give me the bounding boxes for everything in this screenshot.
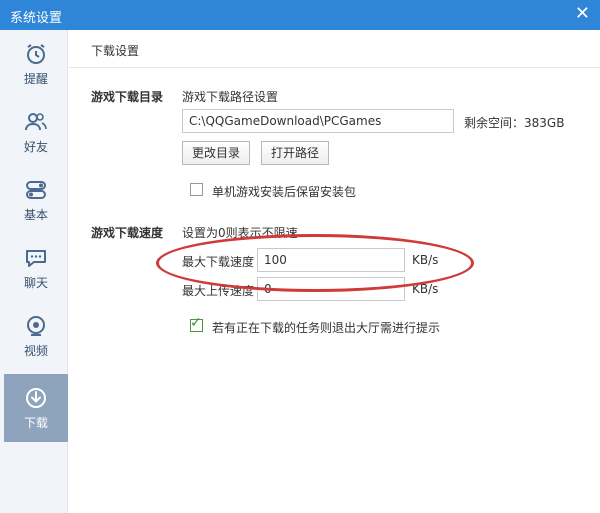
sidebar-item-reminder[interactable]: 提醒	[4, 30, 68, 98]
sidebar-item-label: 下载	[23, 416, 48, 430]
download-icon	[26, 388, 46, 408]
download-path-sublabel: 游戏下载路径设置	[182, 90, 279, 104]
sidebar-item-label: 聊天	[23, 276, 48, 290]
exit-prompt-checkbox[interactable]: ✓	[190, 315, 203, 332]
toggle-switch-icon	[26, 181, 46, 199]
sidebar-item-download[interactable]: 下载	[4, 374, 68, 442]
speed-hint-text: 设置为0则表示不限速	[182, 226, 298, 240]
keep-package-checkbox[interactable]	[190, 183, 203, 196]
sidebar-item-chat[interactable]: 聊天	[4, 234, 68, 302]
free-space-text: 剩余空间：383GB	[464, 116, 565, 130]
max-upload-label: 最大上传速度	[182, 284, 255, 298]
sidebar-item-label: 视频	[23, 344, 48, 358]
change-directory-button[interactable]: 更改目录	[182, 141, 250, 165]
camera-icon	[27, 316, 45, 336]
settings-panel: 下载设置 游戏下载目录 游戏下载路径设置 剩余空间：383GB 更改目录 打开路…	[69, 30, 600, 513]
max-download-input[interactable]	[257, 248, 405, 272]
download-speed-section-label: 游戏下载速度	[91, 226, 164, 240]
download-dir-section-label: 游戏下载目录	[91, 90, 164, 104]
close-icon[interactable]: ✕	[575, 3, 590, 25]
max-upload-input[interactable]	[257, 277, 405, 301]
sidebar-item-friends[interactable]: 好友	[4, 98, 68, 166]
max-upload-unit: KB/s	[412, 282, 439, 296]
keep-package-label: 单机游戏安装后保留安装包	[212, 185, 357, 199]
chat-bubble-icon	[26, 250, 46, 267]
sidebar-item-basic[interactable]: 基本	[4, 166, 68, 234]
download-path-input[interactable]	[182, 109, 454, 133]
page-title: 下载设置	[91, 44, 140, 58]
max-download-label: 最大下载速度	[182, 255, 255, 269]
sidebar: 提醒 好友 基本 聊天 视频 下载	[0, 30, 68, 513]
alarm-clock-icon	[27, 44, 45, 64]
title-bar: 系统设置 ✕	[0, 0, 600, 30]
checkmark-icon: ✓	[190, 315, 202, 331]
open-path-button[interactable]: 打开路径	[261, 141, 329, 165]
friends-icon	[25, 113, 47, 131]
exit-prompt-label: 若有正在下载的任务则退出大厅需进行提示	[212, 321, 441, 335]
sidebar-item-label: 基本	[23, 208, 48, 222]
sidebar-item-label: 好友	[23, 140, 48, 154]
window-title: 系统设置	[10, 11, 63, 26]
sidebar-item-label: 提醒	[23, 72, 48, 86]
sidebar-item-video[interactable]: 视频	[4, 302, 68, 370]
panel-header: 下载设置	[69, 30, 600, 68]
max-download-unit: KB/s	[412, 253, 439, 267]
